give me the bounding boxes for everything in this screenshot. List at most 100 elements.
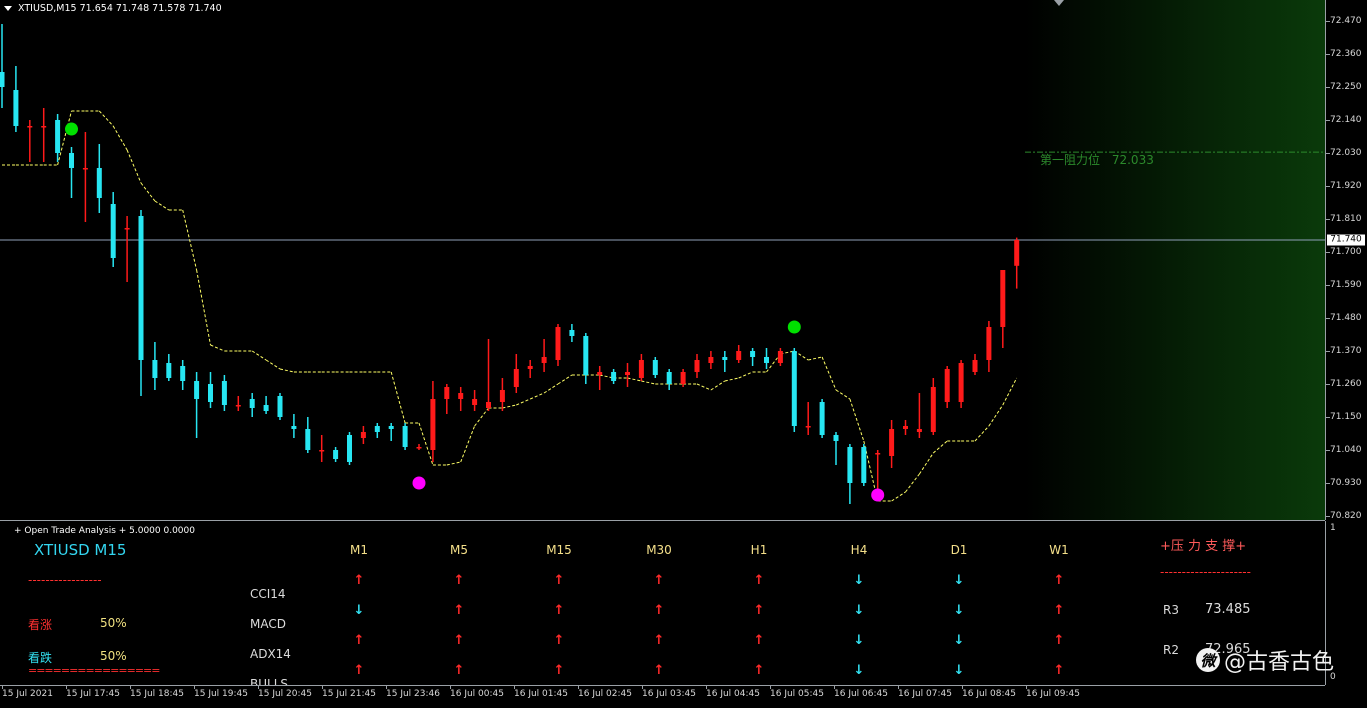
buy-signal-dot bbox=[65, 122, 78, 136]
candle bbox=[986, 321, 992, 372]
candle bbox=[666, 369, 672, 390]
candle-body bbox=[722, 357, 728, 360]
candle-body bbox=[777, 351, 783, 363]
candle-body bbox=[208, 384, 213, 402]
candle bbox=[625, 363, 630, 387]
time-axis-label: 16 Jul 01:45 bbox=[514, 689, 568, 699]
arrow-down-icon: ↓ bbox=[353, 603, 365, 618]
candle-body bbox=[291, 426, 297, 429]
candle-body bbox=[555, 327, 561, 360]
candle bbox=[360, 426, 366, 444]
stop-line-segment bbox=[516, 398, 531, 406]
price-axis-label: 71.810 bbox=[1330, 214, 1362, 224]
candle bbox=[124, 216, 130, 282]
candle-body bbox=[458, 393, 464, 399]
candle-body bbox=[541, 357, 547, 363]
candle bbox=[472, 390, 478, 411]
resistance-value: 72.033 bbox=[1111, 153, 1154, 168]
candle-body bbox=[180, 366, 186, 381]
stop-line-segment bbox=[251, 350, 267, 361]
candle-body bbox=[916, 429, 922, 432]
candle bbox=[347, 432, 352, 465]
candle bbox=[708, 351, 714, 369]
candle-body bbox=[583, 336, 589, 375]
main-chart[interactable]: XTIUSD,M15 71.654 71.748 71.578 71.740 第… bbox=[0, 0, 1325, 521]
candle-body bbox=[0, 72, 5, 87]
candle bbox=[944, 366, 950, 408]
candle-body bbox=[305, 429, 311, 450]
current-price-tag: 71.740 bbox=[1327, 234, 1365, 246]
candle bbox=[319, 435, 325, 462]
stop-line-segment bbox=[474, 407, 489, 427]
candle-body bbox=[444, 387, 450, 399]
candle-body bbox=[625, 372, 630, 375]
chart-menu-icon[interactable] bbox=[4, 6, 12, 11]
candle bbox=[583, 333, 589, 384]
stop-line-segment bbox=[724, 377, 739, 382]
arrow-up-icon: ↑ bbox=[753, 603, 765, 618]
candle-body bbox=[1000, 270, 1006, 327]
candle bbox=[819, 399, 825, 438]
level-r3-value: 73.485 bbox=[1205, 602, 1251, 617]
time-axis-label: 16 Jul 06:45 bbox=[834, 689, 888, 699]
candle-body bbox=[430, 399, 436, 450]
candle-body bbox=[388, 426, 394, 429]
arrow-up-icon: ↑ bbox=[653, 573, 665, 588]
candle bbox=[138, 210, 144, 396]
candle-body bbox=[486, 402, 491, 408]
candle bbox=[1014, 237, 1020, 289]
chart-shift-marker-icon[interactable] bbox=[1054, 0, 1064, 6]
candle bbox=[958, 360, 964, 408]
candle bbox=[903, 420, 908, 435]
price-axis-label: 71.480 bbox=[1330, 313, 1362, 323]
time-axis-label: 16 Jul 09:45 bbox=[1026, 689, 1080, 699]
candle-body bbox=[611, 372, 617, 381]
candle bbox=[402, 423, 408, 450]
stop-line-segment bbox=[627, 377, 642, 382]
stop-line-segment bbox=[446, 461, 461, 466]
arrow-up-icon: ↑ bbox=[453, 663, 465, 678]
chart-header: XTIUSD,M15 71.654 71.748 71.578 71.740 bbox=[4, 3, 222, 14]
candle-body bbox=[875, 453, 881, 455]
candle bbox=[82, 132, 88, 222]
candle-body bbox=[374, 426, 380, 432]
candle bbox=[694, 354, 700, 378]
candle bbox=[652, 357, 658, 378]
stop-line-segment bbox=[502, 404, 517, 409]
price-chart-svg[interactable] bbox=[0, 0, 1325, 520]
time-axis-label: 15 Jul 20:45 bbox=[258, 689, 312, 699]
candle bbox=[861, 444, 867, 486]
time-axis-label: 16 Jul 02:45 bbox=[578, 689, 632, 699]
stop-line-segment bbox=[140, 182, 156, 202]
stop-line-segment bbox=[460, 425, 476, 463]
stop-line-segment bbox=[696, 383, 712, 391]
candle-body bbox=[513, 369, 519, 387]
time-axis-label: 15 Jul 17:45 bbox=[66, 689, 120, 699]
indicator-label-cci14: CCI14 bbox=[250, 587, 286, 601]
price-axis[interactable]: 72.470 72.360 72.250 72.140 72.030 71.920 71.8… bbox=[1325, 0, 1367, 521]
time-axis-label: 16 Jul 00:45 bbox=[450, 689, 504, 699]
candle bbox=[777, 348, 783, 366]
candle-body bbox=[680, 372, 686, 384]
arrow-up-icon: ↑ bbox=[1053, 603, 1065, 618]
arrow-up-icon: ↑ bbox=[653, 603, 665, 618]
price-axis-label: 71.150 bbox=[1330, 412, 1362, 422]
candle-body bbox=[944, 369, 950, 402]
stop-line-segment bbox=[557, 374, 573, 385]
stop-line-segment bbox=[738, 371, 753, 379]
candle-body bbox=[235, 405, 241, 407]
candle bbox=[110, 192, 116, 267]
candle bbox=[55, 114, 61, 162]
candle-body bbox=[666, 372, 672, 384]
stop-line-segment bbox=[905, 473, 920, 493]
time-axis[interactable]: 15 Jul 2021 15 Jul 17:45 15 Jul 18:45 15 Ju… bbox=[0, 686, 1325, 708]
candle-body bbox=[986, 327, 992, 360]
candle-body bbox=[82, 168, 88, 170]
candle-body bbox=[347, 435, 352, 462]
candle bbox=[374, 423, 380, 438]
arrow-up-icon: ↑ bbox=[353, 573, 365, 588]
time-axis-label: 16 Jul 07:45 bbox=[898, 689, 952, 699]
stop-line-segment bbox=[265, 359, 281, 370]
candle bbox=[430, 381, 436, 462]
candle-body bbox=[569, 330, 575, 336]
